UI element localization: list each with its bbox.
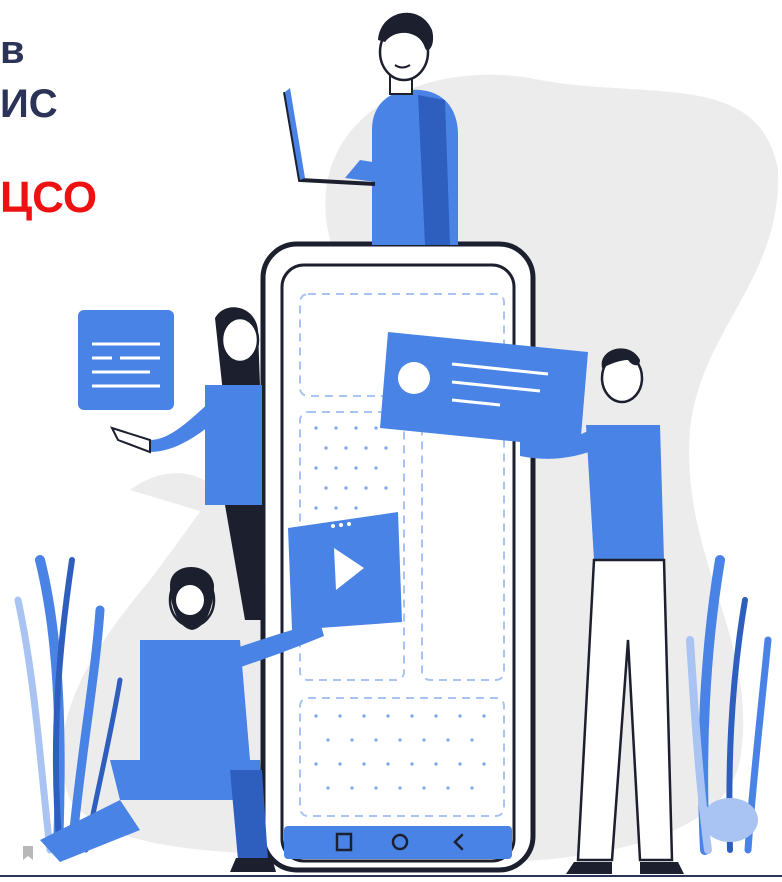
text-card-icon	[78, 310, 174, 410]
profile-card-icon	[380, 332, 588, 448]
bookmark-icon	[22, 845, 34, 861]
video-card-icon	[288, 512, 402, 630]
team-illustration	[0, 12, 782, 877]
